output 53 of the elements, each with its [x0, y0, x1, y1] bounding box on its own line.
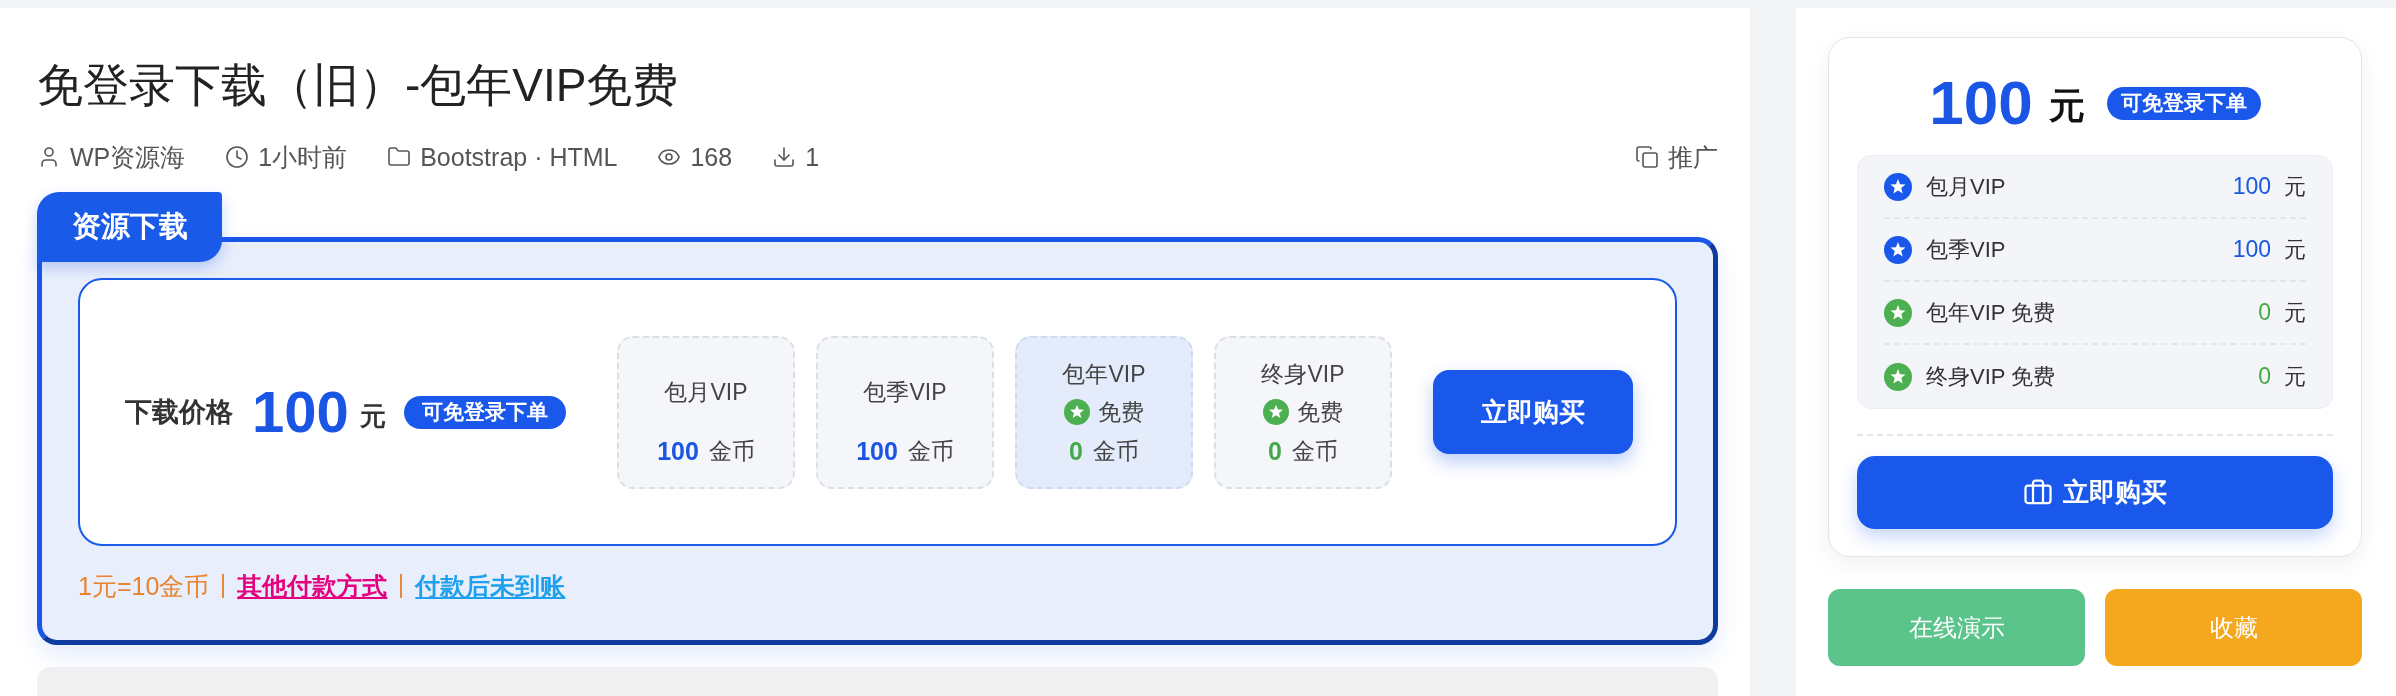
vip-name: 包月VIP — [664, 377, 748, 407]
free-label: 免费 — [1098, 398, 1144, 427]
meta-text: 1小时前 — [258, 142, 348, 173]
plan-price: 0 — [2258, 298, 2271, 328]
currency-label: 金币 — [1291, 436, 1338, 466]
copy-icon — [1635, 145, 1659, 169]
vip-price: 100 — [657, 435, 699, 466]
folder-icon — [387, 145, 412, 169]
plan-unit: 元 — [2284, 236, 2306, 264]
vip-option-card[interactable]: 包月VIP 100 金币 — [617, 335, 795, 489]
page-title: 免登录下载（旧）-包年VIP免费 — [37, 58, 679, 113]
currency-label: 金币 — [907, 436, 954, 466]
plan-price: 0 — [2258, 362, 2271, 392]
vip-price: 100 — [856, 435, 898, 466]
plan-unit: 元 — [2284, 173, 2306, 201]
payment-link[interactable]: 其他付款方式 — [237, 570, 388, 602]
exchange-rate-note: 1元=10金币 — [78, 571, 210, 602]
meta-link[interactable]: WP资源海 — [70, 141, 186, 173]
vip-option-card[interactable]: 包年VIP 免费 0 金币 — [1015, 335, 1193, 489]
vip-option-card[interactable]: 终身VIP 免费 0 金币 — [1214, 335, 1392, 489]
free-label: 免费 — [1297, 398, 1343, 427]
promote-link[interactable]: 推广 — [1668, 141, 1718, 173]
vip-name: 包季VIP — [863, 377, 947, 407]
price-value: 100 — [1929, 68, 2033, 138]
price-unit: 元 — [2048, 84, 2085, 128]
plan-name: 终身VIP 免费 — [1926, 363, 2056, 391]
price-unit: 元 — [359, 399, 386, 433]
download-icon — [772, 145, 797, 169]
plan-unit: 元 — [2284, 299, 2306, 327]
vip-price: 0 — [1268, 435, 1282, 466]
meta-link[interactable]: Bootstrap · HTML — [420, 141, 618, 173]
meta-text: 1 — [805, 142, 820, 173]
buy-button[interactable]: 立即购买 — [1433, 370, 1633, 454]
meta-text: 168 — [690, 142, 733, 173]
login-free-badge: 可免登录下单 — [403, 395, 566, 429]
plan-name: 包年VIP 免费 — [1926, 299, 2056, 327]
plan-price: 100 — [2232, 172, 2271, 202]
price-value: 100 — [252, 380, 349, 444]
plan-unit: 元 — [2284, 363, 2306, 391]
currency-label: 金币 — [1092, 436, 1139, 466]
vip-option-card[interactable]: 包季VIP 100 金币 — [816, 335, 994, 489]
login-free-badge: 可免登录下单 — [2106, 86, 2261, 120]
buy-button[interactable]: 立即购买 — [1857, 456, 2333, 529]
plan-name: 包季VIP — [1926, 236, 2006, 264]
section-heading-label: 资源下载 — [37, 192, 222, 262]
price-label: 下载价格 — [125, 395, 233, 429]
currency-label: 金币 — [708, 436, 755, 466]
clock-icon — [225, 145, 250, 169]
vip-name: 包年VIP — [1062, 359, 1146, 389]
vip-name: 终身VIP — [1261, 359, 1345, 389]
vip-price: 0 — [1069, 435, 1083, 466]
plan-name: 包月VIP — [1926, 173, 2006, 201]
plan-price: 100 — [2232, 235, 2271, 265]
